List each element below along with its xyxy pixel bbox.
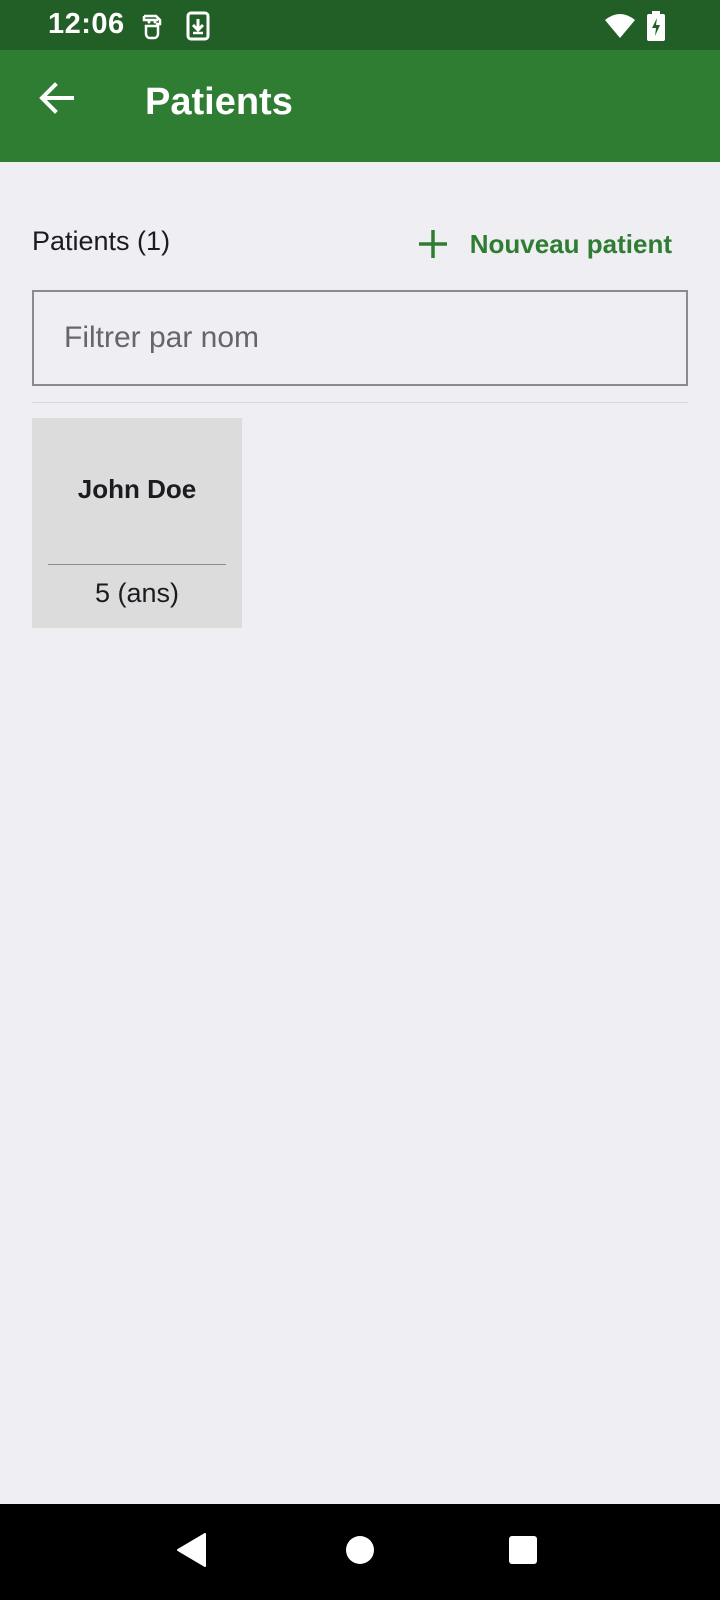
page-title: Patients <box>145 81 293 123</box>
system-nav-bar <box>0 1504 720 1600</box>
app-bar: Patients <box>0 50 720 162</box>
patient-card[interactable]: John Doe 5 (ans) <box>32 418 242 628</box>
patients-count-title: Patients (1) <box>32 226 171 256</box>
battery-charging-icon <box>647 11 665 46</box>
nav-home-button[interactable] <box>340 1532 380 1572</box>
patients-screen: Patients (1) Nouveau patient John Doe 5 … <box>0 162 720 1504</box>
section-divider <box>32 402 688 403</box>
card-divider <box>48 564 226 565</box>
sim-card-icon <box>140 12 164 45</box>
plus-icon <box>418 229 448 259</box>
status-bar: 12:06 <box>0 0 720 50</box>
back-triangle-icon <box>176 1532 208 1572</box>
filter-by-name-input[interactable] <box>32 290 688 386</box>
arrow-back-icon <box>38 81 74 119</box>
nav-recents-button[interactable] <box>503 1532 543 1572</box>
back-button[interactable] <box>28 72 84 128</box>
new-patient-label: Nouveau patient <box>469 228 672 259</box>
patient-name: John Doe <box>77 474 197 504</box>
status-time: 12:06 <box>48 8 125 40</box>
wifi-icon <box>604 12 636 43</box>
recents-square-icon <box>508 1535 538 1570</box>
home-circle-icon <box>345 1535 375 1570</box>
nav-back-button[interactable] <box>172 1532 212 1572</box>
download-icon <box>186 11 210 46</box>
patient-age: 5 (ans) <box>94 578 180 608</box>
new-patient-button[interactable]: Nouveau patient <box>418 220 672 268</box>
